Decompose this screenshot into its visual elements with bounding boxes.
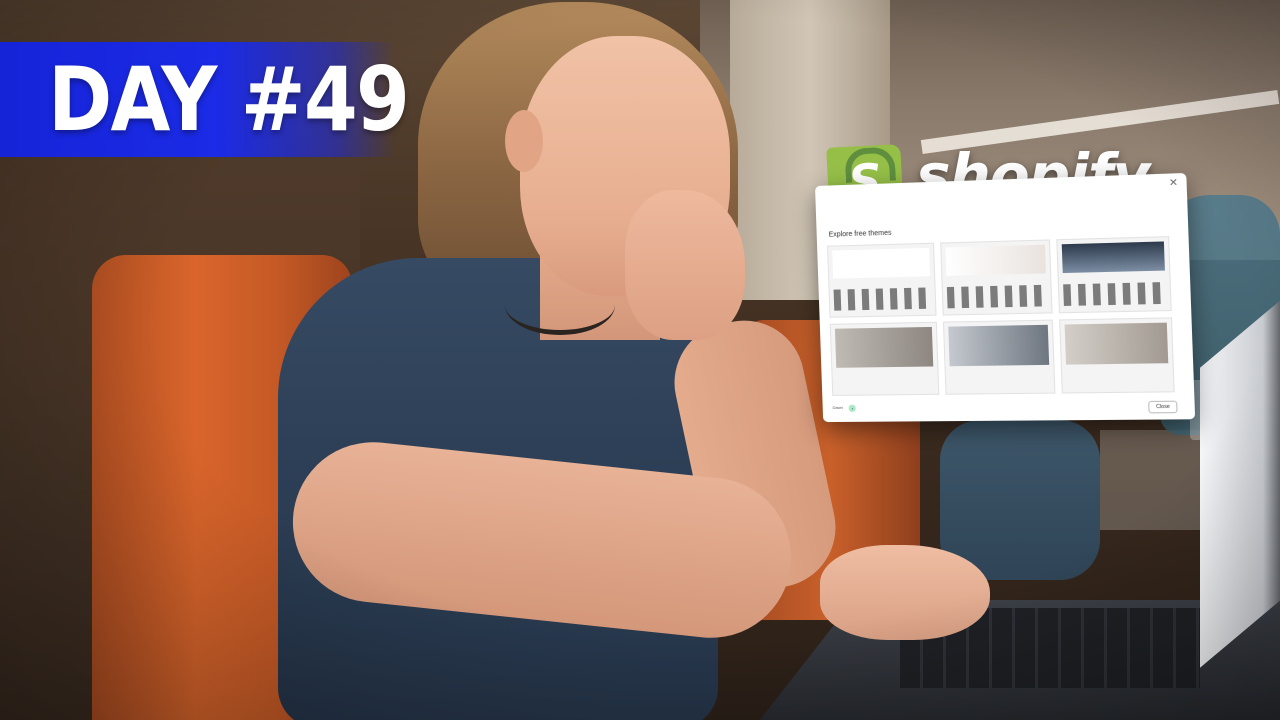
thumbnail-products [1063, 282, 1166, 306]
theme-thumbnail[interactable] [827, 243, 937, 318]
status-badge: • [849, 405, 857, 412]
thumbnail-products [834, 287, 932, 310]
theme-browser-window: ✕ Explore free themes Dawn • Close [815, 173, 1195, 422]
theme-thumbnail[interactable] [830, 322, 940, 396]
thumbnail-hero [948, 325, 1049, 366]
thumbnail-hero [1065, 323, 1169, 365]
close-button[interactable]: Close [1148, 401, 1177, 414]
close-icon[interactable]: ✕ [1169, 177, 1178, 189]
thumbnail-hero [835, 327, 933, 367]
thumbnail-hero [1062, 241, 1165, 273]
theme-thumbnail[interactable] [1059, 317, 1175, 393]
theme-thumbnail[interactable] [1056, 236, 1172, 313]
day-counter-title: DAY #49 [48, 42, 408, 157]
background-person-seated [940, 420, 1100, 580]
thumbnail-hero [832, 248, 930, 279]
thumbnail-products [947, 285, 1047, 309]
theme-grid [827, 236, 1175, 396]
theme-label: Dawn [833, 405, 843, 410]
person-ear [505, 110, 543, 172]
hand-on-chin [625, 190, 745, 340]
window-title: Explore free themes [829, 230, 892, 239]
theme-thumbnail[interactable] [943, 320, 1056, 395]
person-necklace [505, 275, 615, 335]
thumbnail-hero [945, 245, 1045, 276]
theme-thumbnail[interactable] [940, 239, 1052, 315]
window-footer: Dawn • Close [833, 401, 1185, 416]
hand-on-keyboard [820, 545, 990, 640]
